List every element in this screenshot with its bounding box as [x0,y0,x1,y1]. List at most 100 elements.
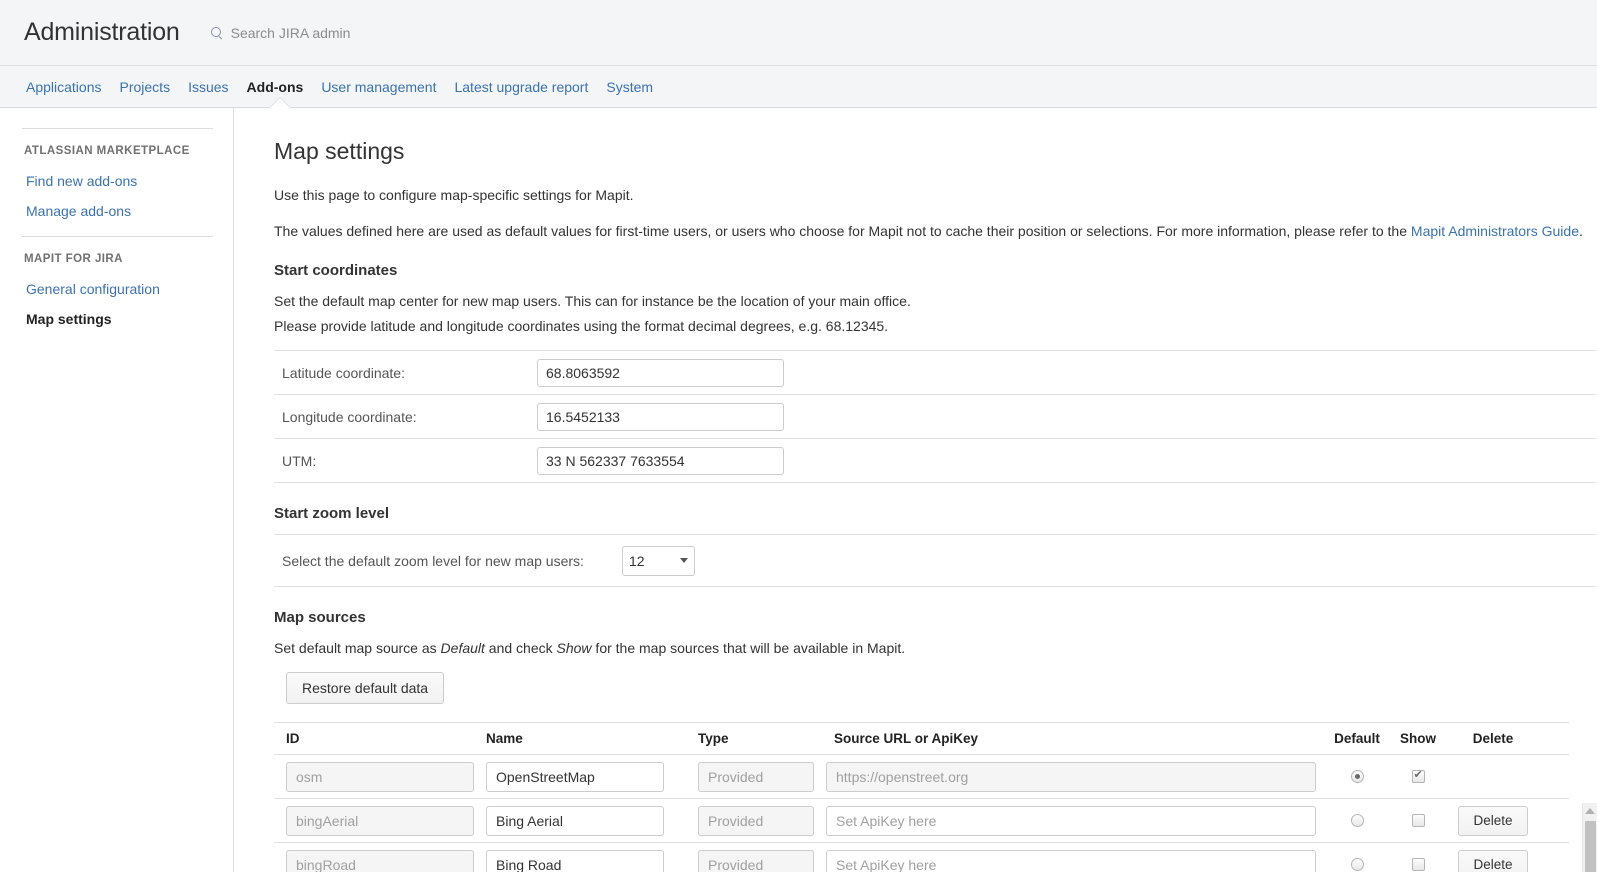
main-content: Map settings Use this page to configure … [234,108,1597,872]
vertical-scrollbar[interactable] [1582,803,1597,872]
intro-paragraph-2: The values defined here are used as defa… [274,222,1596,240]
admin-header: Administration Search JIRA admin [0,0,1597,66]
map-source-name-input[interactable] [486,805,664,836]
map-source-name-input[interactable] [486,849,664,872]
cell-show [1388,856,1448,873]
cell-id [286,805,486,836]
search-placeholder-label: Search JIRA admin [230,24,351,41]
intro-2-prefix: The values defined here are used as defa… [274,223,1411,239]
map-source-name-input[interactable] [486,761,664,792]
show-checkbox[interactable] [1411,813,1425,827]
map-sources-heading: Map sources [274,609,366,626]
longitude-label: Longitude coordinate: [282,408,417,425]
longitude-input[interactable] [537,402,784,431]
sidebar-group-mapit-title: MAPIT FOR JIRA [24,253,123,265]
cell-default [1326,856,1388,873]
cell-default [1326,768,1388,786]
map-sources-desc-post: for the map sources that will be availab… [591,640,906,656]
latitude-input[interactable] [537,358,784,387]
cell-url [826,805,1326,836]
cell-url [826,761,1326,792]
cell-delete: Delete [1448,849,1538,872]
column-header-delete: Delete [1472,731,1514,746]
cell-id [286,849,486,872]
cell-type [698,761,826,792]
map-source-id-input[interactable] [286,805,474,836]
default-radio[interactable] [1350,857,1364,871]
cell-show [1388,768,1448,786]
show-checkbox[interactable] [1411,857,1425,871]
page-body: ATLASSIAN MARKETPLACE Find new add-ons M… [0,108,1597,872]
map-sources-desc-pre: Set default map source as [274,640,441,656]
restore-default-data-button[interactable]: Restore default data [286,672,445,704]
map-source-id-input[interactable] [286,761,474,792]
table-row [274,755,1569,799]
start-zoom-form: Select the default zoom level for new ma… [274,534,1596,587]
map-sources-desc-mid: and check [484,640,557,656]
column-header-name: Name [486,731,523,746]
cell-name [486,761,698,792]
delete-button[interactable]: Delete [1458,805,1528,836]
cell-default [1326,812,1388,830]
cell-name [486,805,698,836]
table-header-row: ID Name Type Source URL or ApiKey Defaul… [274,723,1569,755]
nav-item-issues[interactable]: Issues [179,66,237,108]
map-source-url-input[interactable] [826,805,1316,836]
nav-item-system[interactable]: System [597,66,662,108]
sidebar-item-general-configuration[interactable]: General configuration [0,274,233,304]
delete-button[interactable]: Delete [1458,849,1528,872]
map-source-url-input[interactable] [826,849,1316,872]
utm-label: UTM: [282,452,317,469]
intro-2-suffix: . [1578,223,1583,239]
sidebar-group-marketplace-title: ATLASSIAN MARKETPLACE [24,145,190,157]
cell-type [698,805,826,836]
zoom-level-select[interactable]: 12 [622,545,695,576]
cell-id [286,761,486,792]
content-title: Map settings [274,138,405,164]
latitude-label: Latitude coordinate: [282,364,405,381]
sidebar-item-manage-add-ons[interactable]: Manage add-ons [0,196,233,226]
sidebar-item-find-new-add-ons[interactable]: Find new add-ons [0,166,233,196]
nav-item-user-management[interactable]: User management [312,66,445,108]
start-coordinates-desc-2: Please provide latitude and longitude co… [274,318,889,334]
zoom-level-label: Select the default zoom level for new ma… [282,552,584,569]
cell-delete: Delete [1448,805,1538,836]
default-radio[interactable] [1350,769,1364,783]
zoom-level-value: 12 [629,552,645,569]
start-coordinates-desc-1: Set the default map center for new map u… [274,293,911,309]
scrollbar-thumb[interactable] [1585,821,1596,872]
start-coordinates-form: Latitude coordinate: Longitude coordinat… [274,350,1596,483]
start-zoom-level-heading: Start zoom level [274,505,390,522]
default-radio[interactable] [1350,813,1364,827]
form-row-longitude: Longitude coordinate: [274,395,1596,439]
map-sources-desc-em-default: Default [440,640,485,656]
utm-input[interactable] [537,446,784,475]
map-source-id-input[interactable] [286,849,474,872]
sidebar: ATLASSIAN MARKETPLACE Find new add-ons M… [0,108,234,872]
map-sources-desc-em-show: Show [556,640,592,656]
map-source-type-input[interactable] [698,805,814,836]
map-source-url-input[interactable] [826,761,1316,792]
column-header-type: Type [698,731,729,746]
form-row-utm: UTM: [274,439,1596,483]
nav-item-projects[interactable]: Projects [111,66,180,108]
table-row: Delete [274,799,1569,843]
nav-item-applications[interactable]: Applications [17,66,111,108]
show-checkbox[interactable] [1411,769,1425,783]
mapit-administrators-guide-link[interactable]: Mapit Administrators Guide [1411,223,1579,239]
cell-show [1388,812,1448,830]
map-sources-desc: Set default map source as Default and ch… [274,638,1596,658]
active-tab-caret-icon [270,98,290,108]
restore-default-data-wrap: Restore default data [286,672,1596,704]
cell-url [826,849,1326,872]
nav-item-latest-upgrade-report[interactable]: Latest upgrade report [445,66,597,108]
scroll-up-arrow-icon[interactable] [1585,808,1595,814]
map-source-type-input[interactable] [698,849,814,872]
map-source-type-input[interactable] [698,761,814,792]
page-title: Administration [24,18,180,46]
intro-paragraph-1: Use this page to configure map-specific … [274,187,634,203]
cell-name [486,849,698,872]
sidebar-item-map-settings[interactable]: Map settings [0,304,233,334]
search-jira-admin-field[interactable]: Search JIRA admin [210,24,351,41]
column-header-show: Show [1400,731,1436,746]
